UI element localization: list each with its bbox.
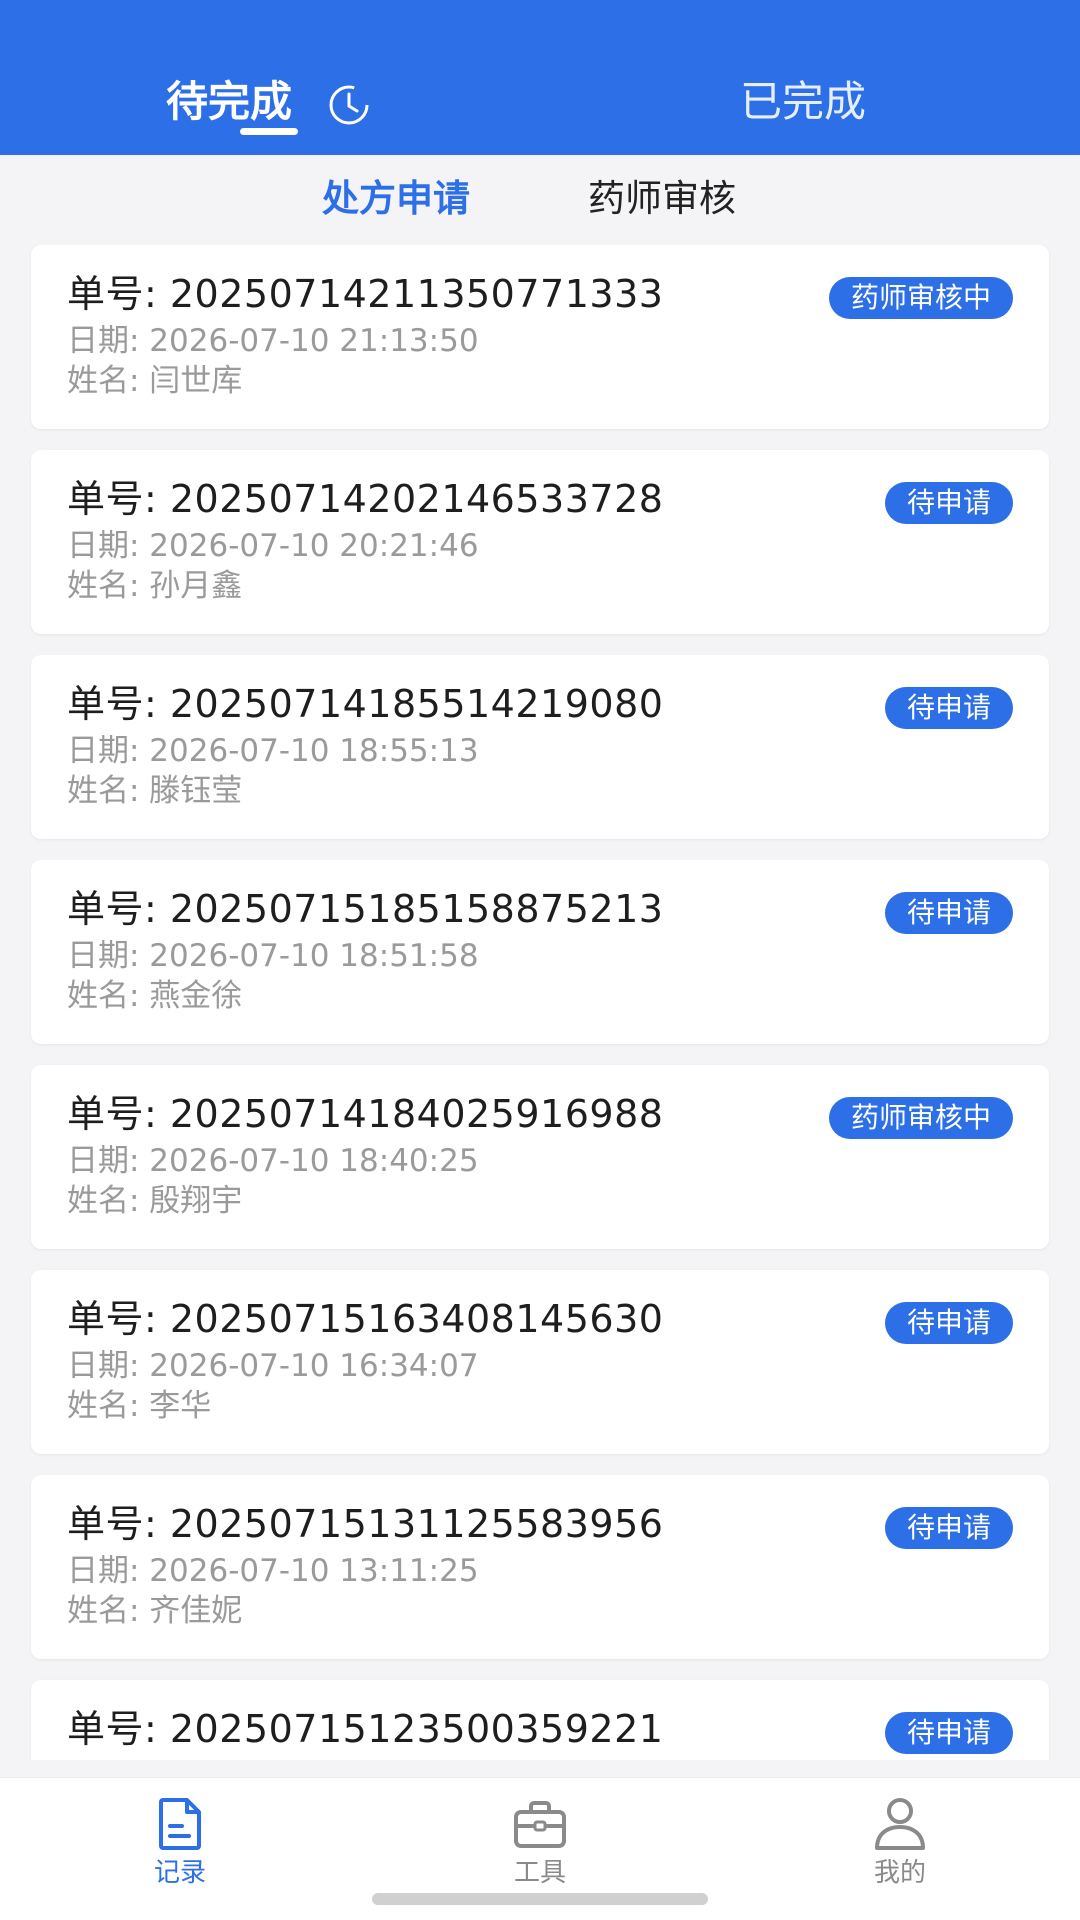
home-indicator [372,1893,708,1905]
order-number: 单号: 20250714211350771333 [67,272,664,316]
status-badge: 药师审核中 [828,277,1013,319]
tab-pending[interactable]: 待完成 [166,72,292,132]
nav-tools-label: 工具 [513,1858,566,1888]
nav-records[interactable]: 记录 [110,1796,250,1906]
patient-name: 姓名: 孙月鑫 [67,568,243,604]
patient-name: 姓名: 闫世库 [67,363,243,399]
record-date: 日期: 2026-07-10 18:51:58 [67,938,479,974]
tab-completed[interactable]: 已完成 [740,72,866,132]
user-icon [875,1798,925,1850]
header-bar: 待完成 已完成 [0,0,1080,155]
nav-records-label: 记录 [153,1858,206,1888]
record-date: 日期: 2026-07-10 13:11:25 [67,1553,479,1589]
status-badge: 待申请 [884,1712,1013,1754]
record-date: 日期: 2026-07-10 18:40:25 [67,1143,479,1179]
nav-tools[interactable]: 工具 [470,1796,610,1906]
record-card[interactable]: 单号: 20250714211350771333 日期: 2026-07-10 … [31,245,1049,429]
subtab-prescription-request[interactable]: 处方申请 [322,171,470,227]
order-number: 单号: 20250715185158875213 [67,887,664,931]
status-badge: 待申请 [884,1302,1013,1344]
status-badge: 待申请 [884,1507,1013,1549]
record-card[interactable]: 单号: 20250714185514219080 日期: 2026-07-10 … [31,655,1049,839]
order-number: 单号: 20250714184025916988 [67,1092,664,1136]
record-card[interactable]: 单号: 20250715131125583956 日期: 2026-07-10 … [31,1475,1049,1659]
status-badge: 药师审核中 [828,1097,1013,1139]
order-number: 单号: 20250714202146533728 [67,477,664,521]
sub-tab-bar: 处方申请 药师审核 [0,155,1080,235]
nav-mine[interactable]: 我的 [830,1796,970,1906]
record-card[interactable]: 单号: 20250715185158875213 日期: 2026-07-10 … [31,860,1049,1044]
record-date: 日期: 2026-07-10 18:55:13 [67,733,479,769]
patient-name: 姓名: 殷翔宇 [67,1183,243,1219]
patient-name: 姓名: 李华 [67,1388,212,1424]
tab-pending-underline [240,128,298,135]
order-number: 单号: 20250715163408145630 [67,1297,664,1341]
record-date: 日期: 2026-07-10 21:13:50 [67,323,479,359]
patient-name: 姓名: 燕金徐 [67,978,243,1014]
patient-name: 姓名: 齐佳妮 [67,1593,243,1629]
patient-name: 姓名: 滕钰莹 [67,773,243,809]
record-date: 日期: 2026-07-10 16:34:07 [67,1348,479,1384]
status-badge: 待申请 [884,892,1013,934]
record-card[interactable]: 单号: 20250715163408145630 日期: 2026-07-10 … [31,1270,1049,1454]
order-number: 单号: 20250714185514219080 [67,682,664,726]
record-list[interactable]: 单号: 20250714211350771333 日期: 2026-07-10 … [0,245,1080,1760]
record-card[interactable]: 单号: 20250715123500359221 待申请 [31,1680,1049,1760]
subtab-pharmacist-review[interactable]: 药师审核 [588,171,736,227]
clock-icon[interactable] [326,82,372,128]
app-root: 待完成 已完成 处方申请 药师审核 单号: 202507142113507713… [0,0,1080,1920]
record-card[interactable]: 单号: 20250714202146533728 日期: 2026-07-10 … [31,450,1049,634]
briefcase-icon [514,1801,566,1848]
status-badge: 待申请 [884,482,1013,524]
order-number: 单号: 20250715123500359221 [67,1707,664,1751]
nav-mine-label: 我的 [873,1858,926,1888]
status-badge: 待申请 [884,687,1013,729]
record-card[interactable]: 单号: 20250714184025916988 日期: 2026-07-10 … [31,1065,1049,1249]
document-icon [159,1798,201,1850]
order-number: 单号: 20250715131125583956 [67,1502,664,1546]
record-date: 日期: 2026-07-10 20:21:46 [67,528,479,564]
